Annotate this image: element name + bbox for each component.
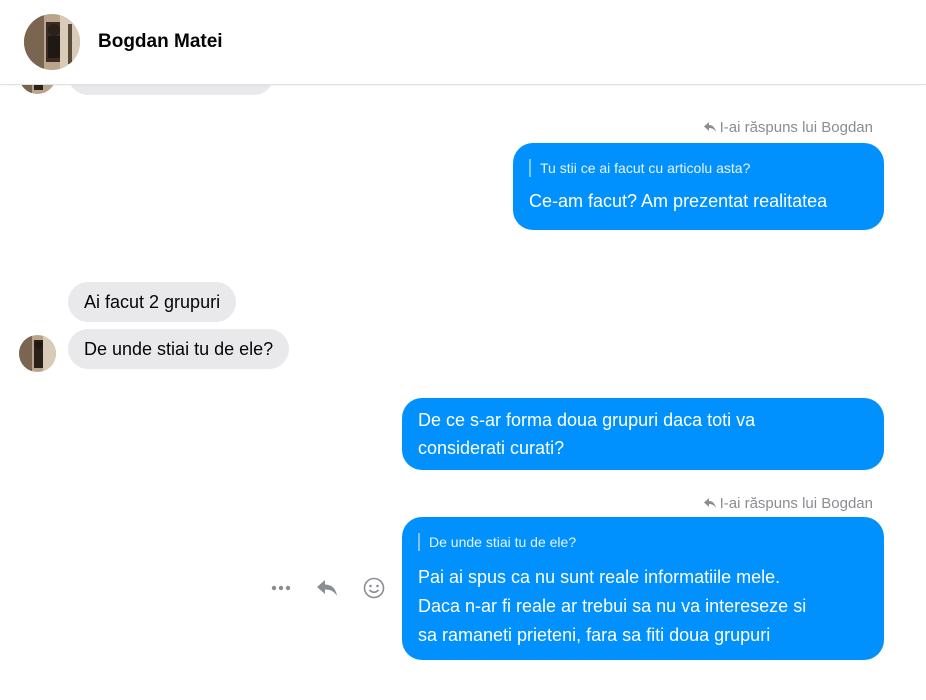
message-text-line: sa ramaneti prieteni, fara sa fiti doua … [418,625,771,645]
message-bubble-incoming[interactable]: Ai facut 2 grupuri [68,282,237,322]
reply-note-text: I-ai răspuns lui Bogdan [719,119,873,136]
message-text-line: considerati curati? [418,438,565,458]
contact-avatar[interactable] [24,14,80,70]
reply-note: I-ai răspuns lui Bogdan [703,495,873,512]
reply-note-text: I-ai răspuns lui Bogdan [719,495,873,512]
message-bubble-outgoing[interactable]: De ce s-ar forma doua grupuri daca toti … [402,398,884,470]
message-thread[interactable]: I-ai răspuns lui Bogdan Tu stii ce ai fa… [0,85,926,700]
message-bubble-outgoing[interactable]: Tu stii ce ai facut cu articolu asta? Ce… [513,143,884,230]
reply-icon[interactable] [314,575,340,601]
emoji-reaction-icon[interactable] [361,575,387,601]
message-actions [268,575,388,605]
reply-note: I-ai răspuns lui Bogdan [703,119,873,136]
message-bubble-incoming[interactable]: De unde stiai tu de ele? [68,329,290,369]
message-bubble-incoming[interactable] [68,85,274,95]
contact-name[interactable]: Bogdan Matei [98,31,223,53]
message-bubble-outgoing[interactable]: De unde stiai tu de ele? Pai ai spus ca … [402,517,884,660]
chat-header: Bogdan Matei [0,0,926,85]
reply-arrow-icon [703,498,716,508]
reply-arrow-icon [703,122,716,132]
more-options-icon[interactable] [268,575,294,601]
message-text: De unde stiai tu de ele? [84,339,274,359]
contact-avatar-small[interactable] [19,85,56,94]
message-text-line: Daca n-ar fi reale ar trebui sa nu va in… [418,596,807,616]
message-text-line: De ce s-ar forma doua grupuri daca toti … [418,410,756,430]
message-text: Ai facut 2 grupuri [84,292,221,312]
message-text: Ce-am facut? Am prezentat realitatea [529,191,828,211]
quoted-message: De unde stiai tu de ele? [418,533,868,551]
contact-avatar-small[interactable] [19,335,56,372]
quoted-message: Tu stii ce ai facut cu articolu asta? [529,159,868,177]
message-text-line: Pai ai spus ca nu sunt reale informatiil… [418,567,781,587]
